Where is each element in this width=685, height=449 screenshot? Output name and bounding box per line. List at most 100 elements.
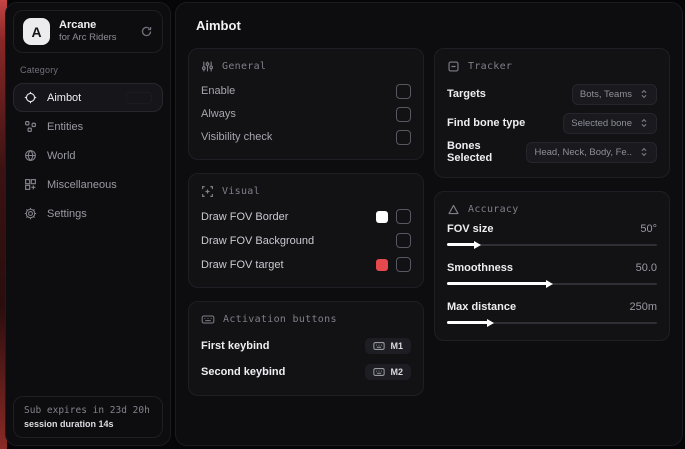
setting-value: 50.0 xyxy=(636,262,657,274)
sidebar-item-miscellaneous[interactable]: Miscellaneous xyxy=(13,170,163,199)
card-title: Visual xyxy=(222,186,260,197)
setting-label: Draw FOV target xyxy=(201,259,284,271)
grid-icon xyxy=(24,178,37,191)
crosshair-icon xyxy=(24,91,37,104)
expand-icon xyxy=(639,118,649,128)
setting-row-enable: Enable xyxy=(201,80,411,102)
visual-icon xyxy=(201,185,214,198)
setting-label: Draw FOV Border xyxy=(201,211,288,223)
fov-border-checkbox[interactable] xyxy=(396,209,411,224)
find-bone-type-dropdown[interactable]: Selected bone xyxy=(563,113,657,134)
slider-thumb[interactable] xyxy=(474,241,481,249)
category-label: Category xyxy=(20,65,156,75)
setting-label: Enable xyxy=(201,85,235,97)
setting-value: 250m xyxy=(629,301,657,313)
sidebar-item-world[interactable]: World xyxy=(13,141,163,170)
setting-label: Targets xyxy=(447,88,486,100)
setting-label: FOV size xyxy=(447,223,493,235)
slider-fill xyxy=(447,243,476,246)
sidebar-item-aimbot[interactable]: Aimbot xyxy=(13,83,163,112)
setting-label: Visibility check xyxy=(201,131,272,143)
fov-target-color-swatch[interactable] xyxy=(376,259,388,271)
sidebar-nav: Aimbot Entities World xyxy=(6,83,170,228)
sidebar-item-entities[interactable]: Entities xyxy=(13,112,163,141)
expand-icon xyxy=(639,89,649,99)
expand-icon xyxy=(639,147,649,157)
setting-row-fov-background: Draw FOV Background xyxy=(201,229,411,252)
accuracy-card: Accuracy FOV size 50° xyxy=(434,191,670,341)
setting-row-fov-border: Draw FOV Border xyxy=(201,205,411,228)
key-icon xyxy=(373,367,385,377)
dropdown-value: Bots, Teams xyxy=(580,89,632,100)
left-column: General Enable Always Visibility check xyxy=(188,48,424,409)
subscription-box: Sub expires in 23d 20h session duration … xyxy=(13,396,163,438)
app-logo: A xyxy=(23,18,50,45)
setting-row-targets: Targets Bots, Teams xyxy=(447,80,657,108)
keybind-value: M1 xyxy=(390,341,403,351)
keyboard-icon xyxy=(201,313,215,326)
aimbot-hotkey-ghost xyxy=(126,92,152,104)
setting-label: Always xyxy=(201,108,236,120)
card-title: General xyxy=(222,61,266,72)
setting-label: Smoothness xyxy=(447,262,513,274)
tracker-card: Tracker Targets Bots, Teams xyxy=(434,48,670,178)
session-duration-text: session duration 14s xyxy=(24,419,152,429)
always-checkbox[interactable] xyxy=(396,107,411,122)
sliders-icon xyxy=(201,60,214,73)
enable-checkbox[interactable] xyxy=(396,84,411,99)
slider-fill xyxy=(447,282,548,285)
triangle-icon xyxy=(447,203,460,216)
sidebar-item-label: Aimbot xyxy=(47,92,81,104)
card-title: Activation buttons xyxy=(223,314,337,325)
bones-selected-dropdown[interactable]: Head, Neck, Body, Fe.. xyxy=(526,142,657,163)
setting-row-always: Always xyxy=(201,103,411,125)
first-keybind-button[interactable]: M1 xyxy=(365,338,411,354)
tracker-icon xyxy=(447,60,460,73)
fov-border-color-swatch[interactable] xyxy=(376,211,388,223)
setting-row-first-keybind: First keybind M1 xyxy=(201,333,411,358)
fov-target-checkbox[interactable] xyxy=(396,257,411,272)
main-panel: Aimbot General Enable xyxy=(175,2,683,446)
card-title: Accuracy xyxy=(468,204,519,215)
setting-label: Bones Selected xyxy=(447,140,526,164)
max-distance-slider[interactable] xyxy=(447,318,657,327)
slider-thumb[interactable] xyxy=(487,319,494,327)
setting-row-visibility-check: Visibility check xyxy=(201,126,411,148)
globe-icon xyxy=(24,149,37,162)
card-title: Tracker xyxy=(468,61,512,72)
smoothness-slider[interactable] xyxy=(447,279,657,288)
sidebar-item-label: Settings xyxy=(47,208,87,220)
sidebar: A Arcane for Arc Riders Category Aimbot xyxy=(5,2,171,446)
app-subtitle: for Arc Riders xyxy=(59,32,117,44)
setting-row-max-distance: Max distance 250m xyxy=(447,301,657,327)
app-name: Arcane xyxy=(59,19,117,33)
setting-row-smoothness: Smoothness 50.0 xyxy=(447,262,657,288)
keybind-value: M2 xyxy=(390,367,403,377)
setting-row-fov-target: Draw FOV target xyxy=(201,253,411,276)
setting-label: First keybind xyxy=(201,340,269,352)
brand-box: A Arcane for Arc Riders xyxy=(13,10,163,53)
setting-label: Draw FOV Background xyxy=(201,235,314,247)
fov-size-slider[interactable] xyxy=(447,240,657,249)
visibility-check-checkbox[interactable] xyxy=(396,130,411,145)
setting-row-fov-size: FOV size 50° xyxy=(447,223,657,249)
slider-thumb[interactable] xyxy=(546,280,553,288)
setting-label: Second keybind xyxy=(201,366,285,378)
refresh-icon[interactable] xyxy=(140,25,153,38)
sidebar-item-settings[interactable]: Settings xyxy=(13,199,163,228)
sidebar-item-label: Miscellaneous xyxy=(47,179,117,191)
general-card: General Enable Always Visibility check xyxy=(188,48,424,160)
right-column: Tracker Targets Bots, Teams xyxy=(434,48,670,354)
page-title: Aimbot xyxy=(196,18,670,33)
slider-fill xyxy=(447,321,489,324)
dropdown-value: Head, Neck, Body, Fe.. xyxy=(534,147,632,158)
fov-background-checkbox[interactable] xyxy=(396,233,411,248)
setting-label: Max distance xyxy=(447,301,516,313)
entities-icon xyxy=(24,120,37,133)
setting-value: 50° xyxy=(640,223,657,235)
second-keybind-button[interactable]: M2 xyxy=(365,364,411,380)
gear-icon xyxy=(24,207,37,220)
key-icon xyxy=(373,341,385,351)
targets-dropdown[interactable]: Bots, Teams xyxy=(572,84,657,105)
setting-row-bones-selected: Bones Selected Head, Neck, Body, Fe.. xyxy=(447,138,657,166)
